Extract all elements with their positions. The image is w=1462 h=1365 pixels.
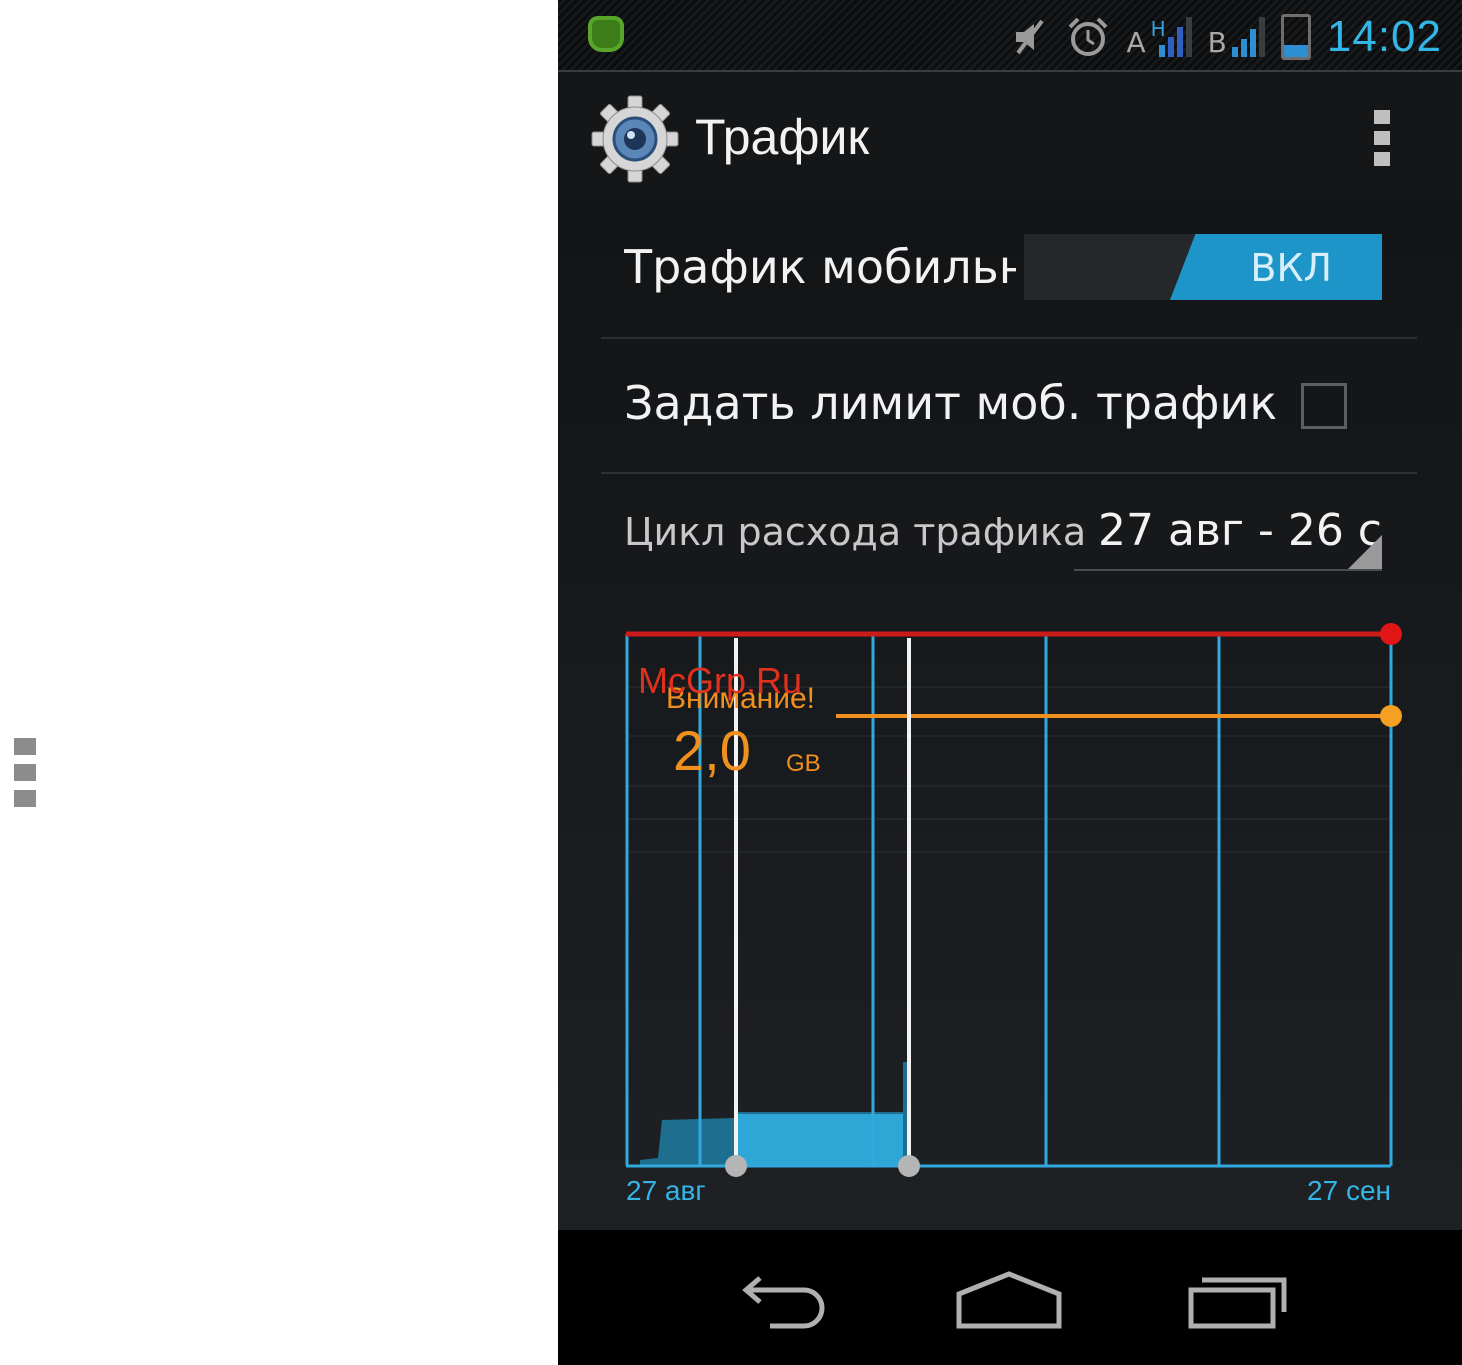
phone-screen: A H B 14:02 Трафик Трафик мобильн ВКЛ За… — [558, 0, 1462, 1365]
signal-a-icon: A H — [1126, 17, 1192, 59]
back-icon[interactable] — [734, 1268, 830, 1330]
signal-a-type: H — [1150, 17, 1166, 41]
status-time: 14:02 — [1326, 12, 1442, 61]
recent-apps-icon[interactable] — [1188, 1268, 1288, 1330]
x-start-label: 27 авг — [626, 1175, 706, 1206]
range-end-handle[interactable] — [898, 1155, 920, 1177]
mute-icon — [1016, 19, 1045, 55]
signal-b-icon: B — [1208, 17, 1265, 57]
warning-handle[interactable] — [1380, 705, 1402, 727]
set-limit-label: Задать лимит моб. трафика — [624, 376, 1276, 430]
cycle-label: Цикл расхода трафика — [624, 510, 1087, 554]
settings-content: Трафик мобильного ВКЛ Задать лимит моб. … — [558, 200, 1462, 1230]
mobile-traffic-toggle[interactable]: ВКЛ — [1024, 234, 1382, 300]
mobile-traffic-label: Трафик мобильного — [624, 240, 1016, 294]
warning-value: 2,0 — [673, 719, 751, 782]
battery-icon — [1280, 14, 1311, 60]
settings-gear-icon[interactable] — [590, 94, 680, 184]
cycle-value: 27 авг - 26 сен — [1098, 505, 1382, 556]
page-title: Трафик — [695, 109, 870, 165]
usage-area-selected — [736, 1114, 903, 1165]
status-bar: A H B 14:02 — [558, 0, 1462, 72]
toggle-on-label: ВКЛ — [1250, 246, 1332, 290]
overflow-menu-icon[interactable] — [1374, 110, 1392, 173]
warning-unit: GB — [786, 750, 821, 777]
side-overflow-icon[interactable] — [14, 738, 36, 816]
status-icons: A H B 14:02 — [1010, 8, 1442, 66]
home-icon[interactable] — [956, 1268, 1062, 1330]
alarm-icon — [1069, 17, 1108, 56]
signal-a-label: A — [1126, 26, 1146, 59]
limit-handle[interactable] — [1380, 623, 1402, 645]
navigation-bar — [558, 1230, 1462, 1365]
action-bar: Трафик — [558, 72, 1462, 200]
x-end-label: 27 сен — [1307, 1175, 1391, 1206]
divider — [601, 472, 1417, 474]
divider — [601, 337, 1417, 339]
cycle-spinner[interactable]: 27 авг - 26 сен — [1074, 495, 1382, 571]
app-shield-icon — [588, 16, 624, 52]
signal-b-label: B — [1207, 26, 1227, 59]
watermark: McGrp.Ru — [638, 660, 803, 701]
set-limit-checkbox[interactable] — [1301, 383, 1347, 429]
range-start-handle[interactable] — [725, 1155, 747, 1177]
spinner-arrow-icon — [1348, 535, 1382, 569]
